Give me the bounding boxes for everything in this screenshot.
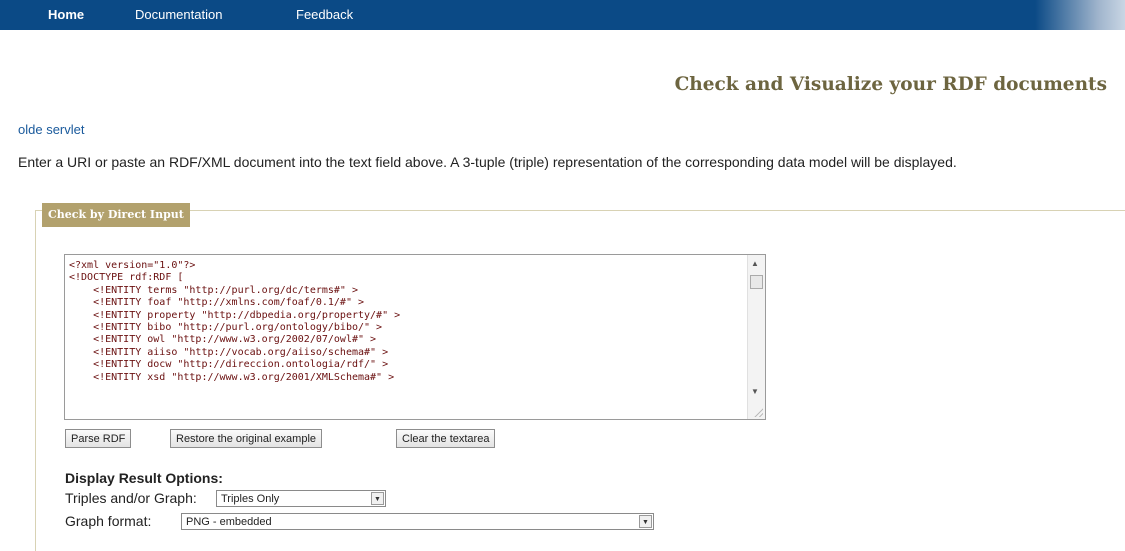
- chevron-down-icon[interactable]: ▼: [639, 515, 652, 528]
- graph-format-label: Graph format:: [65, 513, 152, 529]
- nav-home-link[interactable]: Home: [48, 7, 84, 22]
- resize-grip-icon[interactable]: [754, 408, 763, 417]
- scroll-down-arrow-icon[interactable]: ▼: [751, 387, 759, 396]
- olde-servlet-link[interactable]: olde servlet: [18, 122, 84, 137]
- display-options-heading: Display Result Options:: [65, 470, 223, 486]
- scroll-up-arrow-icon[interactable]: ▲: [751, 259, 759, 268]
- triples-graph-label: Triples and/or Graph:: [65, 490, 197, 506]
- graph-format-value: PNG - embedded: [186, 516, 272, 528]
- parse-rdf-button[interactable]: Parse RDF: [65, 429, 132, 448]
- page-title: Check and Visualize your RDF documents: [674, 74, 1107, 95]
- direct-input-legend: Check by Direct Input: [42, 203, 190, 227]
- clear-textarea-button[interactable]: Clear the textarea: [396, 429, 496, 448]
- triples-graph-value: Triples Only: [221, 493, 280, 505]
- nav-feedback-link[interactable]: Feedback: [296, 7, 353, 22]
- textarea-scrollbar[interactable]: ▲ ▼: [747, 255, 765, 419]
- restore-example-button[interactable]: Restore the original example: [170, 429, 323, 448]
- graph-format-select[interactable]: PNG - embedded ▼: [181, 513, 654, 530]
- triples-graph-select[interactable]: Triples Only ▼: [216, 490, 386, 507]
- nav-documentation-link[interactable]: Documentation: [135, 7, 222, 22]
- instructions-text: Enter a URI or paste an RDF/XML document…: [18, 154, 957, 170]
- top-nav-bar: Home Documentation Feedback: [0, 0, 1125, 30]
- scrollbar-thumb[interactable]: [750, 275, 763, 289]
- rdf-input-text[interactable]: <?xml version="1.0"?> <!DOCTYPE rdf:RDF …: [69, 260, 400, 384]
- chevron-down-icon[interactable]: ▼: [371, 492, 384, 505]
- nav-bar-gradient: [1035, 0, 1125, 30]
- rdf-input-textarea[interactable]: <?xml version="1.0"?> <!DOCTYPE rdf:RDF …: [64, 254, 766, 420]
